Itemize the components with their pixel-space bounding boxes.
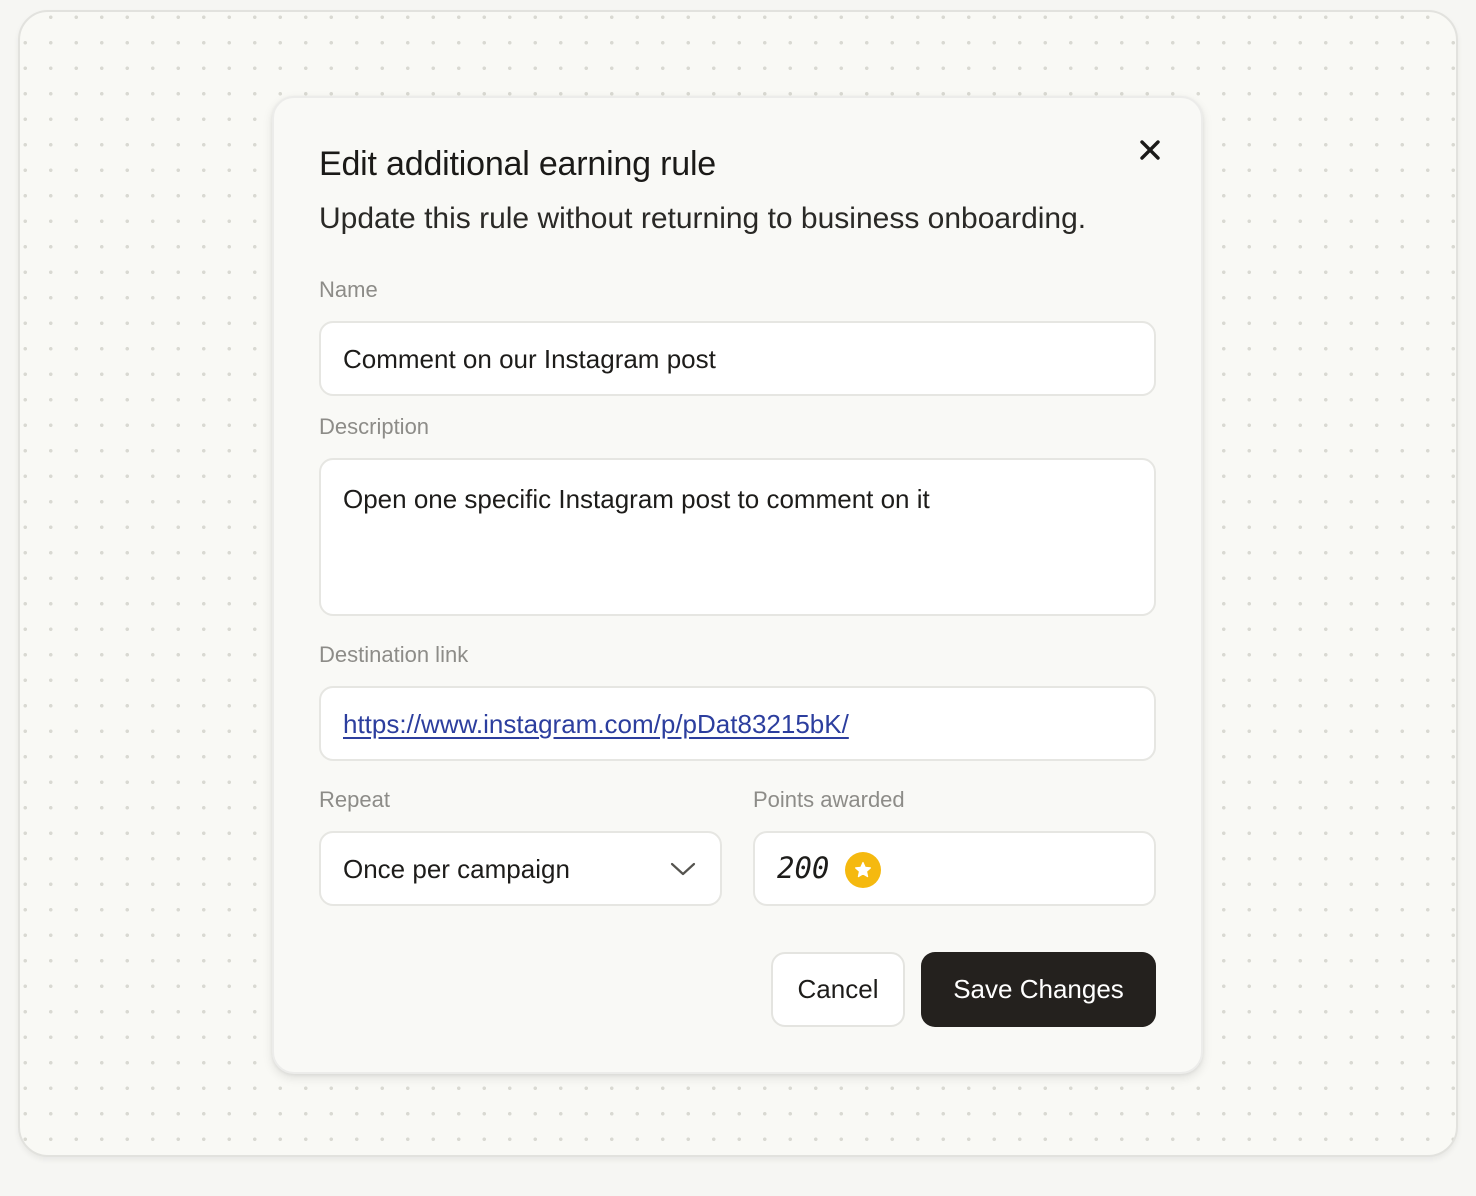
points-awarded-label: Points awarded (753, 787, 905, 812)
dialog-title: Edit additional earning rule (319, 145, 717, 183)
description-textarea-value: Open one specific Instagram post to comm… (343, 484, 930, 514)
description-textarea[interactable]: Open one specific Instagram post to comm… (319, 458, 1156, 616)
chevron-down-icon (670, 862, 696, 876)
save-changes-button[interactable]: Save Changes (921, 952, 1156, 1027)
points-awarded-input[interactable]: 200 (753, 831, 1156, 906)
name-input-value: Comment on our Instagram post (343, 344, 716, 374)
repeat-select-value: Once per campaign (343, 854, 570, 884)
destination-link-value[interactable]: https://www.instagram.com/p/pDat83215bK/ (343, 709, 849, 740)
star-coin-icon (845, 852, 881, 888)
description-label: Description (319, 414, 430, 439)
destination-link-input[interactable]: https://www.instagram.com/p/pDat83215bK/ (319, 686, 1156, 761)
destination-link-label: Destination link (319, 642, 469, 667)
repeat-label: Repeat (319, 787, 390, 812)
name-input[interactable]: Comment on our Instagram post (319, 321, 1156, 396)
cancel-button[interactable]: Cancel (771, 952, 905, 1027)
close-icon[interactable] (1133, 133, 1167, 167)
name-label: Name (319, 277, 378, 302)
repeat-select[interactable]: Once per campaign (319, 831, 722, 906)
dialog-subtitle: Update this rule without returning to bu… (319, 202, 1087, 235)
points-awarded-value: 200 (777, 851, 830, 885)
